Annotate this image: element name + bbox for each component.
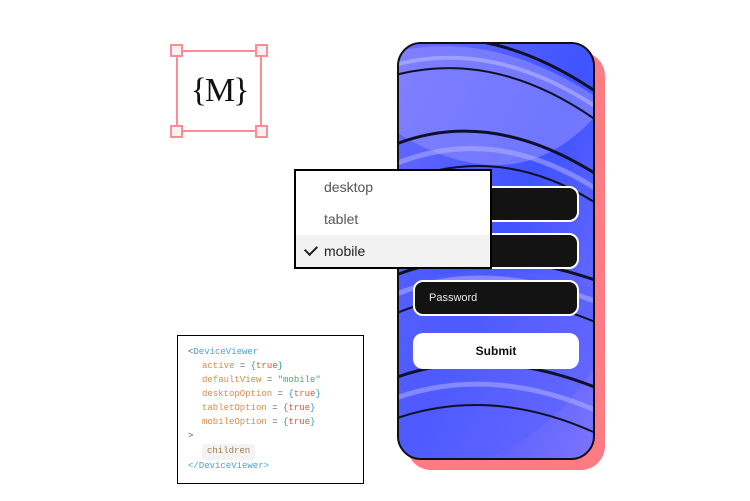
resize-handle-bottom-right[interactable] bbox=[255, 125, 268, 138]
resize-handle-bottom-left[interactable] bbox=[170, 125, 183, 138]
code-line-attr-3: tabletOption = {true} bbox=[188, 402, 353, 416]
component-selection-frame: {M} bbox=[170, 44, 268, 138]
brand-logo: {M} bbox=[191, 72, 248, 110]
submit-button-label: Submit bbox=[476, 344, 517, 358]
code-snippet: <DeviceViewer active = {true} defaultVie… bbox=[177, 335, 364, 484]
code-line-attr-2: desktopOption = {true} bbox=[188, 388, 353, 402]
submit-button[interactable]: Submit bbox=[413, 333, 579, 369]
code-line-close: </DeviceViewer> bbox=[188, 460, 353, 474]
code-line-children: children bbox=[188, 444, 353, 460]
code-line-open-close: > bbox=[188, 430, 353, 444]
dropdown-item-label: mobile bbox=[324, 243, 365, 259]
code-line-open: <DeviceViewer bbox=[188, 346, 353, 360]
resize-handle-top-right[interactable] bbox=[255, 44, 268, 57]
dropdown-item-tablet[interactable]: tablet bbox=[296, 203, 490, 235]
dropdown-item-desktop[interactable]: desktop bbox=[296, 171, 490, 203]
password-field[interactable]: Password bbox=[413, 280, 579, 316]
code-line-attr-0: active = {true} bbox=[188, 360, 353, 374]
view-dropdown: desktop tablet mobile bbox=[294, 169, 492, 269]
dropdown-item-label: tablet bbox=[324, 211, 358, 227]
password-field-placeholder: Password bbox=[429, 292, 477, 304]
resize-handle-top-left[interactable] bbox=[170, 44, 183, 57]
code-line-attr-1: defaultView = "mobile" bbox=[188, 374, 353, 388]
code-line-attr-4: mobileOption = {true} bbox=[188, 416, 353, 430]
dropdown-item-label: desktop bbox=[324, 179, 373, 195]
dropdown-item-mobile[interactable]: mobile bbox=[296, 235, 490, 267]
